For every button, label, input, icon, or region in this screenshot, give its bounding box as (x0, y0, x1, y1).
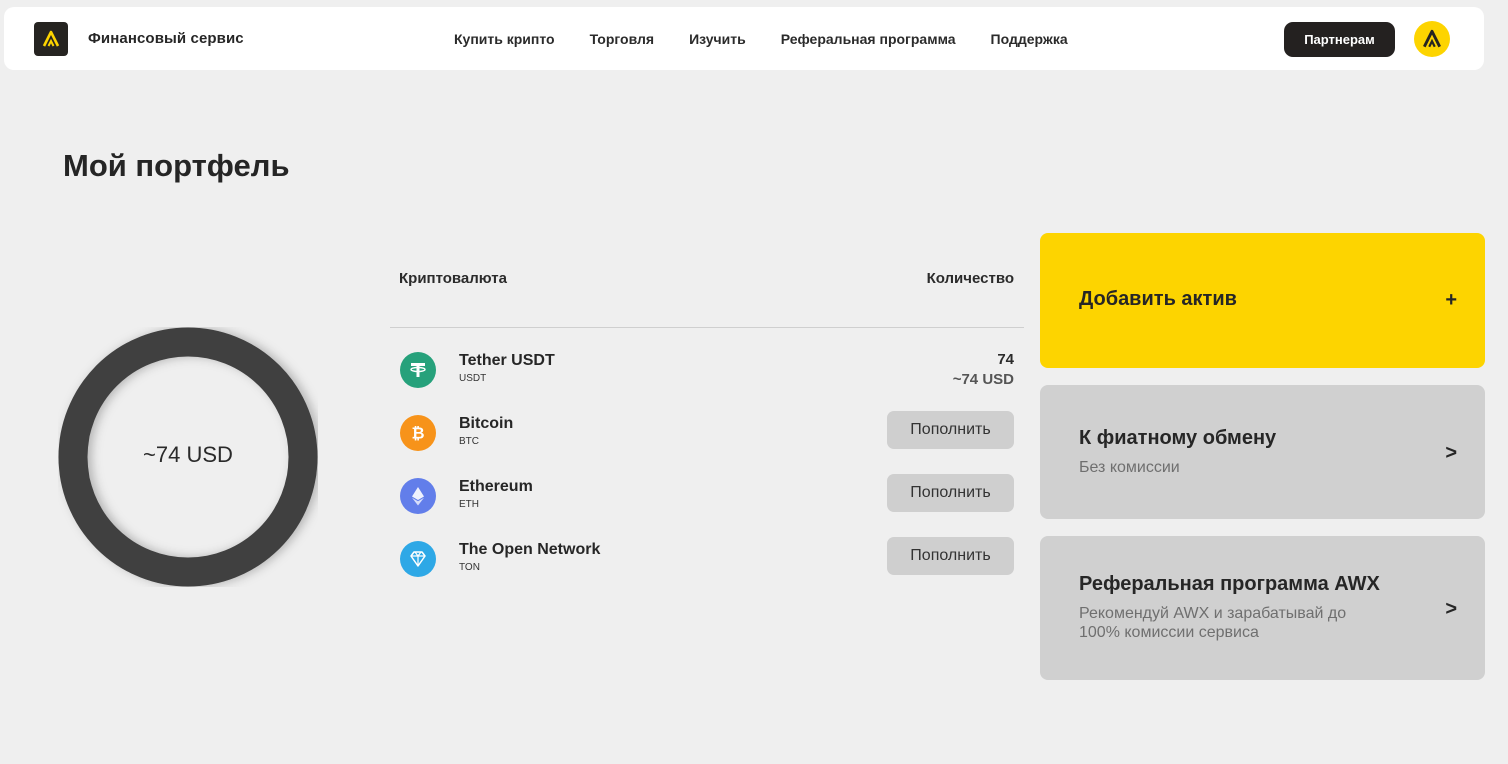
fiat-exchange-card[interactable]: К фиатному обмену Без комиссии > (1040, 385, 1485, 519)
awx-avatar-icon[interactable] (1414, 21, 1450, 57)
add-asset-title: Добавить актив (1079, 288, 1237, 310)
topup-button-btc[interactable]: Пополнить (887, 411, 1014, 449)
add-asset-card[interactable]: Добавить актив + (1040, 233, 1485, 368)
fiat-exchange-title: К фиатному обмену (1079, 427, 1277, 449)
column-crypto: Криптовалюта (399, 270, 507, 287)
asset-amount-value: 74 (997, 351, 1014, 368)
chevron-right-icon: > (1445, 442, 1457, 464)
asset-name: Tether USDT (459, 352, 555, 369)
nav-buy-crypto[interactable]: Купить крипто (454, 31, 555, 47)
nav-support[interactable]: Поддержка (991, 31, 1068, 47)
ton-diamond-icon (400, 541, 436, 577)
nav-trading[interactable]: Торговля (590, 31, 654, 47)
page-title: Мой портфель (63, 148, 290, 183)
assets-table-header: Криптовалюта Количество (390, 270, 1024, 328)
ethereum-icon (400, 478, 436, 514)
asset-name: Ethereum (459, 478, 533, 495)
asset-ticker: USDT (459, 373, 487, 384)
brand-name[interactable]: Финансовый сервис (88, 30, 244, 47)
asset-ticker: ETH (459, 499, 479, 510)
referral-title: Реферальная программа AWX (1079, 573, 1380, 595)
partners-button[interactable]: Партнерам (1284, 22, 1395, 57)
asset-amount: 74 ~74 USD (953, 350, 1014, 390)
asset-amount-usd: ~74 USD (952, 371, 1014, 388)
plus-icon: + (1445, 289, 1457, 311)
tether-icon (400, 352, 436, 388)
column-amount: Количество (926, 270, 1014, 287)
bitcoin-icon: ₿ (400, 415, 436, 451)
asset-row-ton[interactable]: The Open Network TON Пополнить (390, 535, 1024, 585)
awx-logo-icon[interactable] (34, 22, 68, 56)
svg-text:₿: ₿ (411, 424, 424, 443)
topup-button-ton[interactable]: Пополнить (887, 537, 1014, 575)
fiat-exchange-subtitle: Без комиссии (1079, 459, 1180, 476)
asset-row-eth[interactable]: Ethereum ETH Пополнить (390, 472, 1024, 522)
nav-learn[interactable]: Изучить (689, 31, 746, 47)
asset-row-btc[interactable]: ₿ Bitcoin BTC Пополнить (390, 409, 1024, 459)
asset-ticker: BTC (459, 436, 479, 447)
chevron-right-icon: > (1445, 598, 1457, 620)
nav-referral[interactable]: Реферальная программа (781, 31, 956, 47)
referral-card[interactable]: Реферальная программа AWX Рекомендуй AWX… (1040, 536, 1485, 680)
asset-name: Bitcoin (459, 415, 514, 432)
topup-button-eth[interactable]: Пополнить (887, 474, 1014, 512)
portfolio-total: ~74 USD (143, 442, 233, 467)
top-navbar: Финансовый сервис Купить крипто Торговля… (4, 7, 1484, 70)
main-nav: Купить крипто Торговля Изучить Реферальн… (454, 31, 1103, 47)
asset-ticker: TON (459, 562, 480, 573)
asset-row-usdt[interactable]: Tether USDT USDT 74 ~74 USD (390, 346, 1024, 396)
asset-name: The Open Network (459, 541, 601, 558)
referral-subtitle: Рекомендуй AWX и зарабатывай до 100% ком… (1079, 605, 1347, 641)
